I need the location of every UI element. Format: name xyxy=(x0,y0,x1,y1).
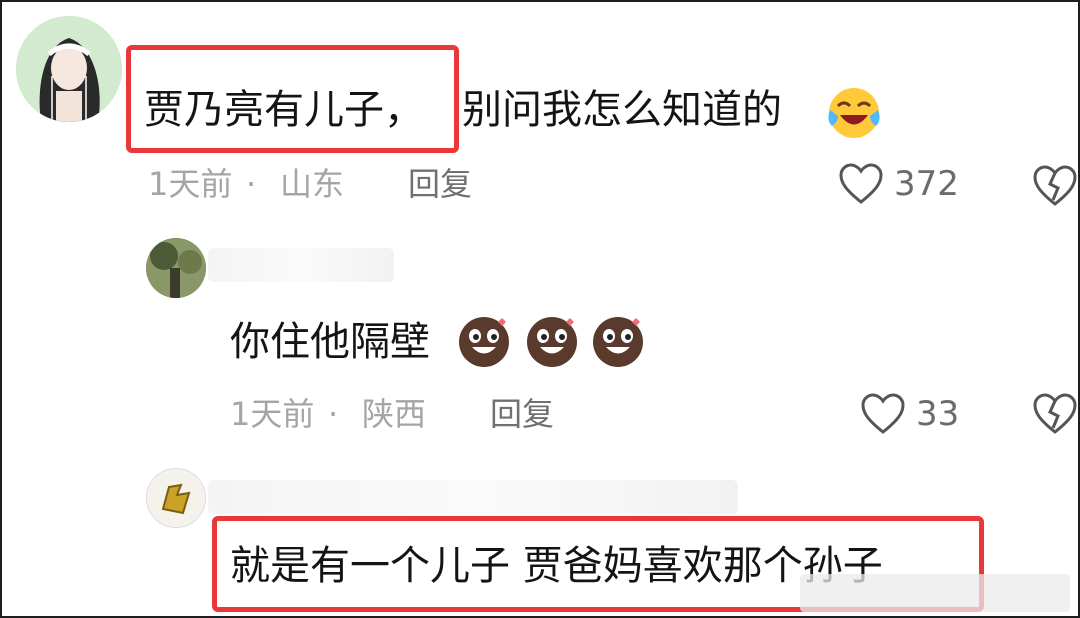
comment-time: 1天前 xyxy=(148,165,233,203)
blushing-face-emoji xyxy=(456,312,652,372)
comment-list: 贾乃亮有儿子， 别问我怎么知道的 1天前 · 山东 回复 372 你住他隔壁 1… xyxy=(0,0,1080,618)
username-blurred xyxy=(208,480,738,514)
like-count: 372 xyxy=(894,164,959,204)
heart-outline-icon[interactable] xyxy=(860,392,906,440)
avatar[interactable] xyxy=(146,468,206,528)
laughing-crying-emoji xyxy=(826,84,882,144)
reply-button[interactable]: 回复 xyxy=(490,394,554,434)
meta-separator: · xyxy=(246,165,257,203)
comment-text-highlight: 贾乃亮有儿子， xyxy=(144,87,424,133)
comment-location: 陕西 xyxy=(362,395,427,433)
broken-heart-icon[interactable] xyxy=(1032,164,1078,212)
like-count: 33 xyxy=(916,394,960,434)
comment-location: 山东 xyxy=(280,165,345,203)
watermark xyxy=(800,574,1070,612)
reply-button[interactable]: 回复 xyxy=(408,164,472,204)
comment-text: 你住他隔壁 xyxy=(230,319,430,365)
comment-time: 1天前 xyxy=(230,395,315,433)
heart-outline-icon[interactable] xyxy=(838,162,884,210)
broken-heart-icon[interactable] xyxy=(1032,392,1078,440)
avatar[interactable] xyxy=(16,16,122,122)
comment-text: 别问我怎么知道的 xyxy=(462,87,782,133)
avatar[interactable] xyxy=(146,238,206,298)
username-blurred xyxy=(208,248,394,282)
meta-separator: · xyxy=(328,395,339,433)
comment-text: 就是有一个儿子 贾爸妈喜欢那个孙子 xyxy=(230,543,883,589)
